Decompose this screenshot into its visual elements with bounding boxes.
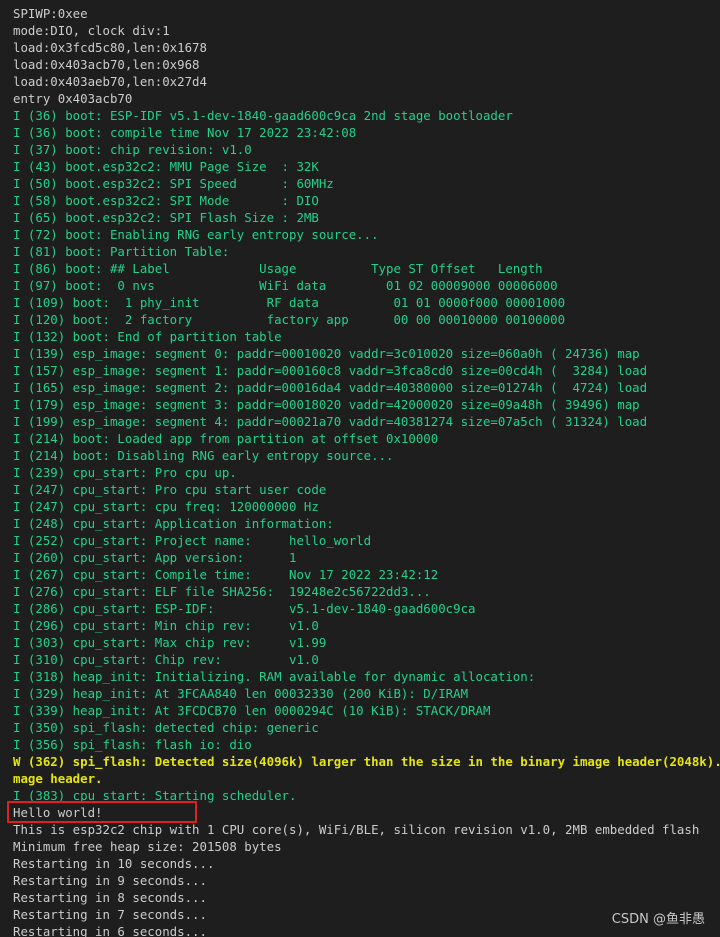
terminal-line: load:0x403aeb70,len:0x27d4 [13, 74, 207, 89]
terminal-line: I (260) cpu_start: App version: 1 [13, 550, 297, 565]
terminal-line: I (58) boot.esp32c2: SPI Mode : DIO [13, 193, 319, 208]
terminal-line: I (37) boot: chip revision: v1.0 [13, 142, 252, 157]
terminal-line: I (199) esp_image: segment 4: paddr=0002… [13, 414, 648, 429]
terminal-line: I (36) boot: ESP-IDF v5.1-dev-1840-gaad6… [13, 108, 513, 123]
terminal-line: I (356) spi_flash: flash io: dio [13, 737, 252, 752]
terminal-line: I (248) cpu_start: Application informati… [13, 516, 334, 531]
terminal-line: entry 0x403acb70 [13, 91, 133, 106]
terminal-line: Restarting in 9 seconds... [13, 873, 207, 888]
terminal-line: This is esp32c2 chip with 1 CPU core(s),… [13, 822, 700, 837]
terminal-line: I (267) cpu_start: Compile time: Nov 17 … [13, 567, 439, 582]
terminal-line: I (276) cpu_start: ELF file SHA256: 1924… [13, 584, 431, 599]
terminal-line: I (296) cpu_start: Min chip rev: v1.0 [13, 618, 319, 633]
hello-world-highlight-box [7, 801, 197, 823]
terminal-line: I (214) boot: Loaded app from partition … [13, 431, 439, 446]
terminal-line: I (36) boot: compile time Nov 17 2022 23… [13, 125, 357, 140]
terminal-line: I (329) heap_init: At 3FCAA840 len 00032… [13, 686, 469, 701]
terminal-line: I (318) heap_init: Initializing. RAM ava… [13, 669, 536, 684]
terminal-line: Restarting in 10 seconds... [13, 856, 215, 871]
terminal-line: I (86) boot: ## Label Usage Type ST Offs… [13, 261, 543, 276]
terminal-line: Restarting in 8 seconds... [13, 890, 207, 905]
terminal-line: I (72) boot: Enabling RNG early entropy … [13, 227, 379, 242]
terminal-line: I (247) cpu_start: Pro cpu start user co… [13, 482, 327, 497]
terminal-line: I (252) cpu_start: Project name: hello_w… [13, 533, 372, 548]
terminal-line: I (43) boot.esp32c2: MMU Page Size : 32K [13, 159, 319, 174]
terminal-line: I (139) esp_image: segment 0: paddr=0001… [13, 346, 640, 361]
terminal-lines: SPIWP:0xee mode:DIO, clock div:1 load:0x3f… [13, 5, 720, 937]
terminal-line: load:0x403acb70,len:0x968 [13, 57, 200, 72]
terminal-line: I (132) boot: End of partition table [13, 329, 282, 344]
terminal-line: SPIWP:0xee [13, 6, 88, 21]
terminal-line: I (109) boot: 1 phy_init RF data 01 01 0… [13, 295, 566, 310]
terminal-line: mage header. [13, 771, 103, 786]
terminal-line: I (310) cpu_start: Chip rev: v1.0 [13, 652, 319, 667]
terminal-line: I (339) heap_init: At 3FCDCB70 len 00002… [13, 703, 491, 718]
csdn-watermark: CSDN @鱼非愚 [611, 912, 705, 927]
terminal-line: mode:DIO, clock div:1 [13, 23, 170, 38]
terminal-line: I (179) esp_image: segment 3: paddr=0001… [13, 397, 640, 412]
terminal-line: I (247) cpu_start: cpu freq: 120000000 H… [13, 499, 319, 514]
terminal-line: I (165) esp_image: segment 2: paddr=0001… [13, 380, 648, 395]
terminal-line: I (350) spi_flash: detected chip: generi… [13, 720, 319, 735]
terminal-line: I (239) cpu_start: Pro cpu up. [13, 465, 237, 480]
terminal-line: load:0x3fcd5c80,len:0x1678 [13, 40, 207, 55]
terminal-line: I (214) boot: Disabling RNG early entrop… [13, 448, 394, 463]
terminal-line: I (81) boot: Partition Table: [13, 244, 230, 259]
terminal-line: I (65) boot.esp32c2: SPI Flash Size : 2M… [13, 210, 319, 225]
terminal-line: Minimum free heap size: 201508 bytes [13, 839, 282, 854]
terminal-line: I (97) boot: 0 nvs WiFi data 01 02 00009… [13, 278, 558, 293]
terminal-line: I (50) boot.esp32c2: SPI Speed : 60MHz [13, 176, 334, 191]
terminal-output[interactable]: SPIWP:0xee mode:DIO, clock div:1 load:0x3f… [0, 0, 720, 937]
terminal-line: I (303) cpu_start: Max chip rev: v1.99 [13, 635, 327, 650]
terminal-line: I (286) cpu_start: ESP-IDF: v5.1-dev-184… [13, 601, 476, 616]
terminal-line: I (157) esp_image: segment 1: paddr=0001… [13, 363, 648, 378]
terminal-line: I (120) boot: 2 factory factory app 00 0… [13, 312, 566, 327]
terminal-line: W (362) spi_flash: Detected size(4096k) … [13, 754, 720, 769]
